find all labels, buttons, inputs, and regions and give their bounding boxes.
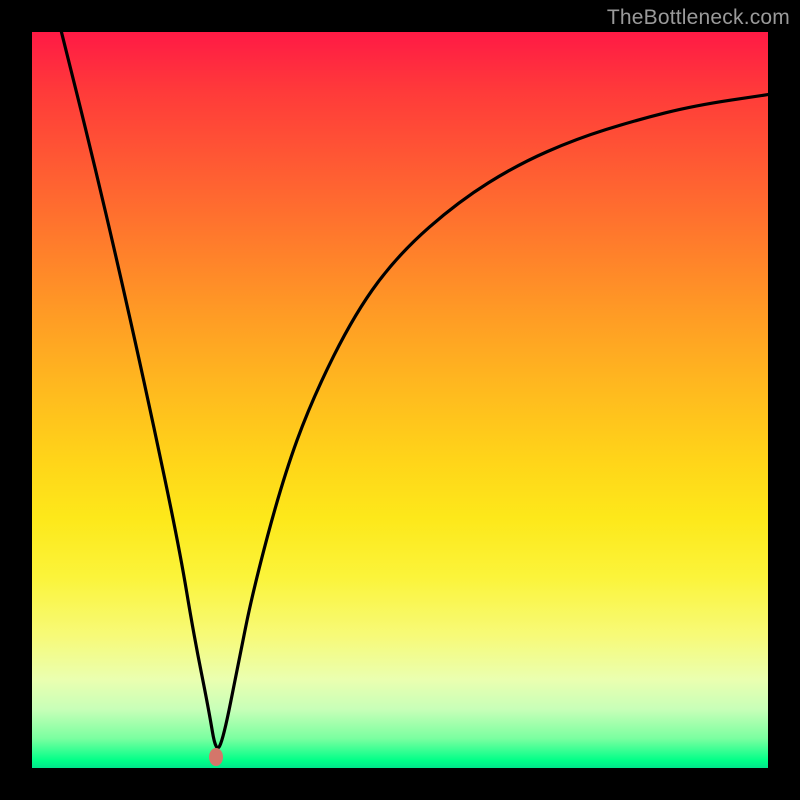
plot-area — [32, 32, 768, 768]
watermark-text: TheBottleneck.com — [607, 6, 790, 30]
bottleneck-curve — [32, 32, 768, 768]
chart-frame: TheBottleneck.com — [0, 0, 800, 800]
minimum-marker — [209, 748, 223, 766]
